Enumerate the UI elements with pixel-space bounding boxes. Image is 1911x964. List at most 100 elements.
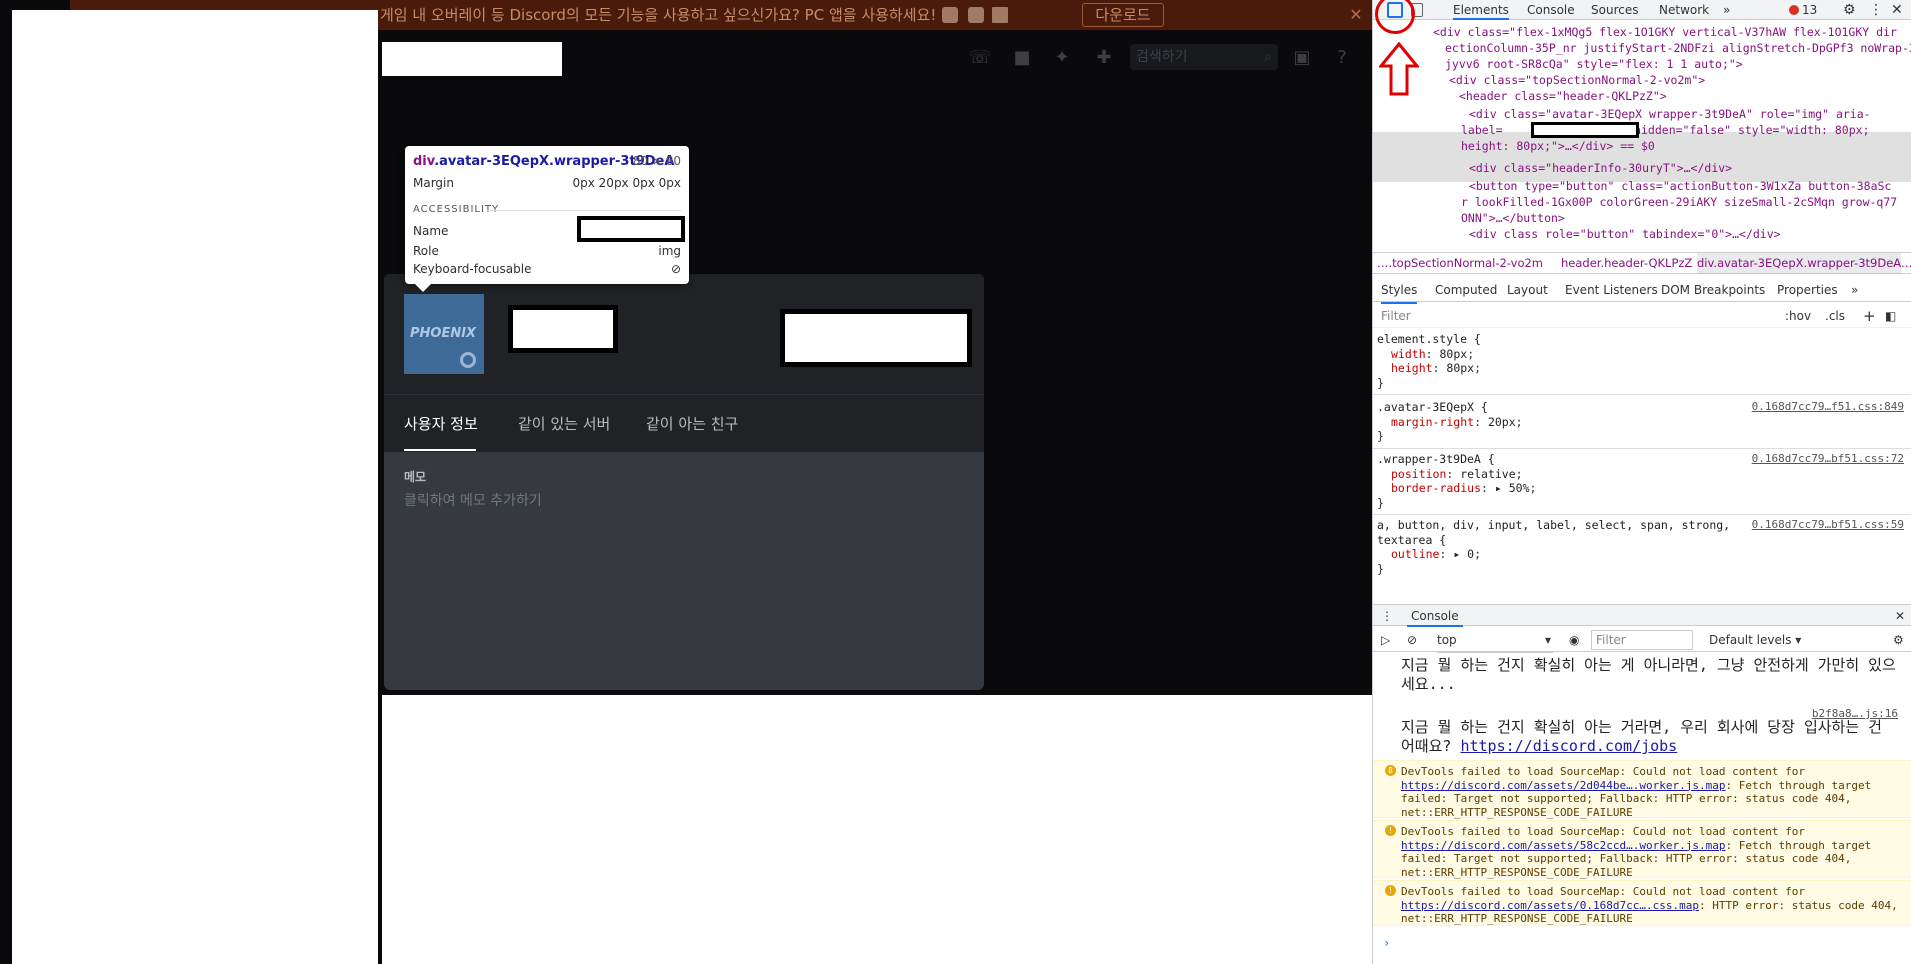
styles-filter-input[interactable]: Filter <box>1381 304 1411 328</box>
breadcrumb-item[interactable]: header.header-QKLPzZ <box>1561 253 1692 273</box>
error-icon <box>1789 5 1799 15</box>
add-friend-icon[interactable]: ✚ <box>1092 46 1116 70</box>
apple-icon[interactable] <box>942 7 958 23</box>
log-levels-select[interactable]: Default levels ▾ <box>1709 628 1801 652</box>
divider <box>487 210 681 211</box>
dom-line[interactable]: <div class="flex-1xMQg5 flex-1O1GKY vert… <box>1433 24 1897 41</box>
dom-line[interactable]: <div class role="button" tabindex="0">…<… <box>1469 226 1781 243</box>
dom-line[interactable]: r lookFilled-1Gx00P colorGreen-29iAKY si… <box>1461 194 1897 211</box>
tab-layout[interactable]: Layout <box>1507 278 1548 302</box>
tab-styles[interactable]: Styles <box>1381 278 1418 304</box>
tab-computed[interactable]: Computed <box>1435 278 1497 302</box>
warning-icon: ! <box>1385 885 1396 896</box>
new-rule-button[interactable]: + <box>1863 304 1876 328</box>
console-message[interactable]: b2f8a8….js:16 지금 뭘 하는 건지 확실히 아는 거라면, 우리 … <box>1373 704 1911 756</box>
memo-input[interactable]: 클릭하여 메모 추가하기 <box>404 490 542 510</box>
error-count-badge[interactable]: 13 <box>1789 0 1817 20</box>
warning-icon: ! <box>1385 825 1396 836</box>
inbox-icon[interactable]: ▣ <box>1290 46 1314 70</box>
tab-mutual-servers[interactable]: 같이 있는 서버 <box>518 395 610 453</box>
styles-subtabs: Styles Computed Layout Event Listeners D… <box>1373 278 1911 304</box>
not-allowed-icon: ⊘ <box>670 262 681 276</box>
tab-console[interactable]: Console <box>1527 0 1575 20</box>
console-drawer-tab[interactable]: Console <box>1407 605 1463 627</box>
redacted-username <box>508 305 618 353</box>
avatar[interactable]: PHOENIX <box>404 294 484 374</box>
style-rule[interactable]: .avatar-3EQepX { 0.168d7cc79…f51.css:849… <box>1373 400 1911 444</box>
breadcrumb-more[interactable]: … <box>1901 253 1911 273</box>
redacted-channel-title <box>382 42 562 76</box>
close-devtools-icon[interactable]: ✕ <box>1891 0 1903 20</box>
dom-line-selected[interactable]: <div class="avatar-3EQepX wrapper-3t9DeA… <box>1469 106 1871 123</box>
context-select[interactable]: top ▾ <box>1437 628 1553 653</box>
close-icon[interactable]: ✕ <box>1346 0 1366 30</box>
tab-properties[interactable]: Properties <box>1777 278 1838 302</box>
dom-line[interactable]: jyvv6 root-SR8cQa" style="flex: 1 1 auto… <box>1445 56 1743 73</box>
dom-tree: <div class="flex-1xMQg5 flex-1O1GKY vert… <box>1373 20 1911 248</box>
video-icon[interactable]: ■ <box>1010 46 1034 70</box>
redacted-sidebar <box>12 10 378 964</box>
dom-line[interactable]: <div class="headerInfo-30uryT">…</div> <box>1469 160 1732 177</box>
dom-line-selected[interactable]: label= " aria-hidden="false" style="widt… <box>1461 122 1870 139</box>
tab-mutual-friends[interactable]: 같이 아는 친구 <box>646 395 738 453</box>
avatar-emblem-icon <box>460 352 476 368</box>
drawer-menu-icon[interactable]: ⋮ <box>1381 605 1393 627</box>
dom-line[interactable]: <header class="header-QKLPzZ"> <box>1459 88 1667 105</box>
redacted-action-button[interactable] <box>780 309 972 367</box>
call-icon[interactable]: ☏ <box>968 46 992 70</box>
eye-icon[interactable]: ◉ <box>1569 628 1579 652</box>
sidebar-toggle-icon[interactable]: ◧ <box>1885 304 1896 328</box>
style-rule[interactable]: element.style { width: 80px; height: 80p… <box>1373 332 1911 390</box>
hover-state-toggle[interactable]: :hov <box>1785 304 1811 328</box>
console-settings-icon[interactable]: ⚙ <box>1893 628 1904 652</box>
dom-line[interactable]: <div class="topSectionNormal-2-vo2m"> <box>1449 72 1705 89</box>
console-prompt[interactable]: › <box>1383 936 1390 950</box>
dom-line-selected[interactable]: height: 80px;">…</div> == $0 <box>1461 138 1655 155</box>
settings-gear-icon[interactable]: ⚙ <box>1843 0 1856 20</box>
dom-line[interactable]: ONN">…</button> <box>1461 210 1565 227</box>
avatar-logo-text: PHOENIX <box>410 326 477 341</box>
download-button[interactable]: 다운로드 <box>1082 3 1164 27</box>
class-toggle[interactable]: .cls <box>1825 304 1845 328</box>
close-drawer-icon[interactable]: ✕ <box>1895 605 1905 627</box>
search-input[interactable]: 검색하기 ⌕ <box>1130 44 1278 70</box>
tab-dom-breakpoints[interactable]: DOM Breakpoints <box>1661 278 1765 302</box>
tab-network[interactable]: Network <box>1659 0 1709 20</box>
console-drawer-header: ⋮ Console ✕ <box>1373 604 1911 627</box>
tooltip-size: 80 × 80 <box>632 154 681 168</box>
tooltip-focusable-row: Keyboard-focusable ⊘ <box>413 262 681 276</box>
more-tabs-button[interactable]: » <box>1723 0 1730 20</box>
search-icon: ⌕ <box>1264 49 1272 65</box>
dom-line[interactable]: <button type="button" class="actionButto… <box>1469 178 1891 195</box>
tab-elements[interactable]: Elements <box>1453 0 1509 20</box>
tab-event-listeners[interactable]: Event Listeners <box>1565 278 1658 302</box>
more-subtabs-button[interactable]: » <box>1851 278 1858 302</box>
console-toolbar: ▷ ⊘ top ▾ ◉ Filter Default levels ▾ ⚙ <box>1373 628 1911 653</box>
profile-tabs: 사용자 정보 같이 있는 서버 같이 아는 친구 <box>384 394 984 452</box>
style-rule[interactable]: .wrapper-3t9DeA { 0.168d7cc79…bf51.css:7… <box>1373 452 1911 510</box>
devtools-panel: Elements Console Sources Network » 13 ⚙ … <box>1372 0 1911 964</box>
android-icon[interactable] <box>968 7 984 23</box>
console-message[interactable]: 지금 뭘 하는 건지 확실히 아는 게 아니라면, 그냥 안전하게 가만히 있으… <box>1373 656 1911 694</box>
console-warning[interactable]: ! DevTools failed to load SourceMap: Cou… <box>1373 820 1911 879</box>
console-filter-input[interactable]: Filter <box>1591 630 1693 650</box>
pin-icon[interactable]: ✦ <box>1050 46 1074 70</box>
breadcrumb: ….topSectionNormal-2-vo2m header.header-… <box>1373 252 1911 274</box>
profile-header: PHOENIX <box>384 274 984 394</box>
tab-sources[interactable]: Sources <box>1591 0 1638 20</box>
breadcrumb-item-active[interactable]: div.avatar-3EQepX.wrapper-3t9DeA <box>1697 253 1902 273</box>
clear-console-icon[interactable]: ⊘ <box>1407 628 1417 652</box>
kebab-menu-icon[interactable]: ⋮ <box>1869 0 1883 20</box>
help-icon[interactable]: ? <box>1330 46 1354 70</box>
warning-icon: 8 <box>1385 765 1396 776</box>
breadcrumb-item[interactable]: ….topSectionNormal-2-vo2m <box>1377 253 1543 273</box>
console-warning[interactable]: 8 DevTools failed to load SourceMap: Cou… <box>1373 760 1911 819</box>
tab-user-info[interactable]: 사용자 정보 <box>404 395 478 453</box>
sidebar-icon[interactable]: ▷ <box>1381 628 1390 652</box>
style-rule[interactable]: a, button, div, input, label, select, sp… <box>1373 518 1911 576</box>
dom-line[interactable]: ectionColumn-35P_nr justifyStart-2NDFzi … <box>1445 40 1911 57</box>
search-placeholder: 검색하기 <box>1136 49 1188 65</box>
windows-icon[interactable] <box>992 7 1008 23</box>
active-tab-indicator <box>404 449 476 451</box>
console-warning[interactable]: ! DevTools failed to load SourceMap: Cou… <box>1373 880 1911 926</box>
